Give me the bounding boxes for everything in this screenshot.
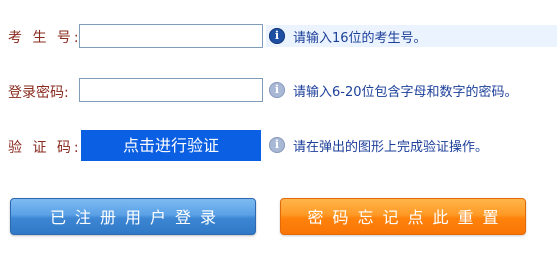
captcha-verify-button[interactable]: 点击进行验证 <box>81 130 261 161</box>
exam-number-hint-text: 请输入16位的考生号。 <box>293 30 427 46</box>
captcha-hint: i 请在弹出的图形上完成验证操作。 <box>266 134 557 156</box>
login-form: 考 生 号: i 请输入16位的考生号。 登录密码: i 请输入6-20位包含字… <box>0 0 557 259</box>
password-input[interactable] <box>79 78 263 102</box>
password-hint: i 请输入6-20位包含字母和数字的密码。 <box>266 79 557 101</box>
password-reset-button[interactable]: 密码忘记点此重置 <box>280 198 526 235</box>
info-icon: i <box>269 28 285 44</box>
password-label: 登录密码: <box>8 85 69 101</box>
info-icon: i <box>269 82 285 98</box>
password-hint-text: 请输入6-20位包含字母和数字的密码。 <box>293 84 518 100</box>
exam-number-hint: i 请输入16位的考生号。 <box>266 25 557 47</box>
exam-number-label: 考 生 号: <box>8 30 82 46</box>
captcha-hint-text: 请在弹出的图形上完成验证操作。 <box>293 139 489 155</box>
captcha-label: 验 证 码: <box>8 140 82 156</box>
registered-user-login-button[interactable]: 已注册用户登录 <box>10 198 256 235</box>
exam-number-input[interactable] <box>79 24 263 48</box>
info-icon: i <box>269 137 285 153</box>
